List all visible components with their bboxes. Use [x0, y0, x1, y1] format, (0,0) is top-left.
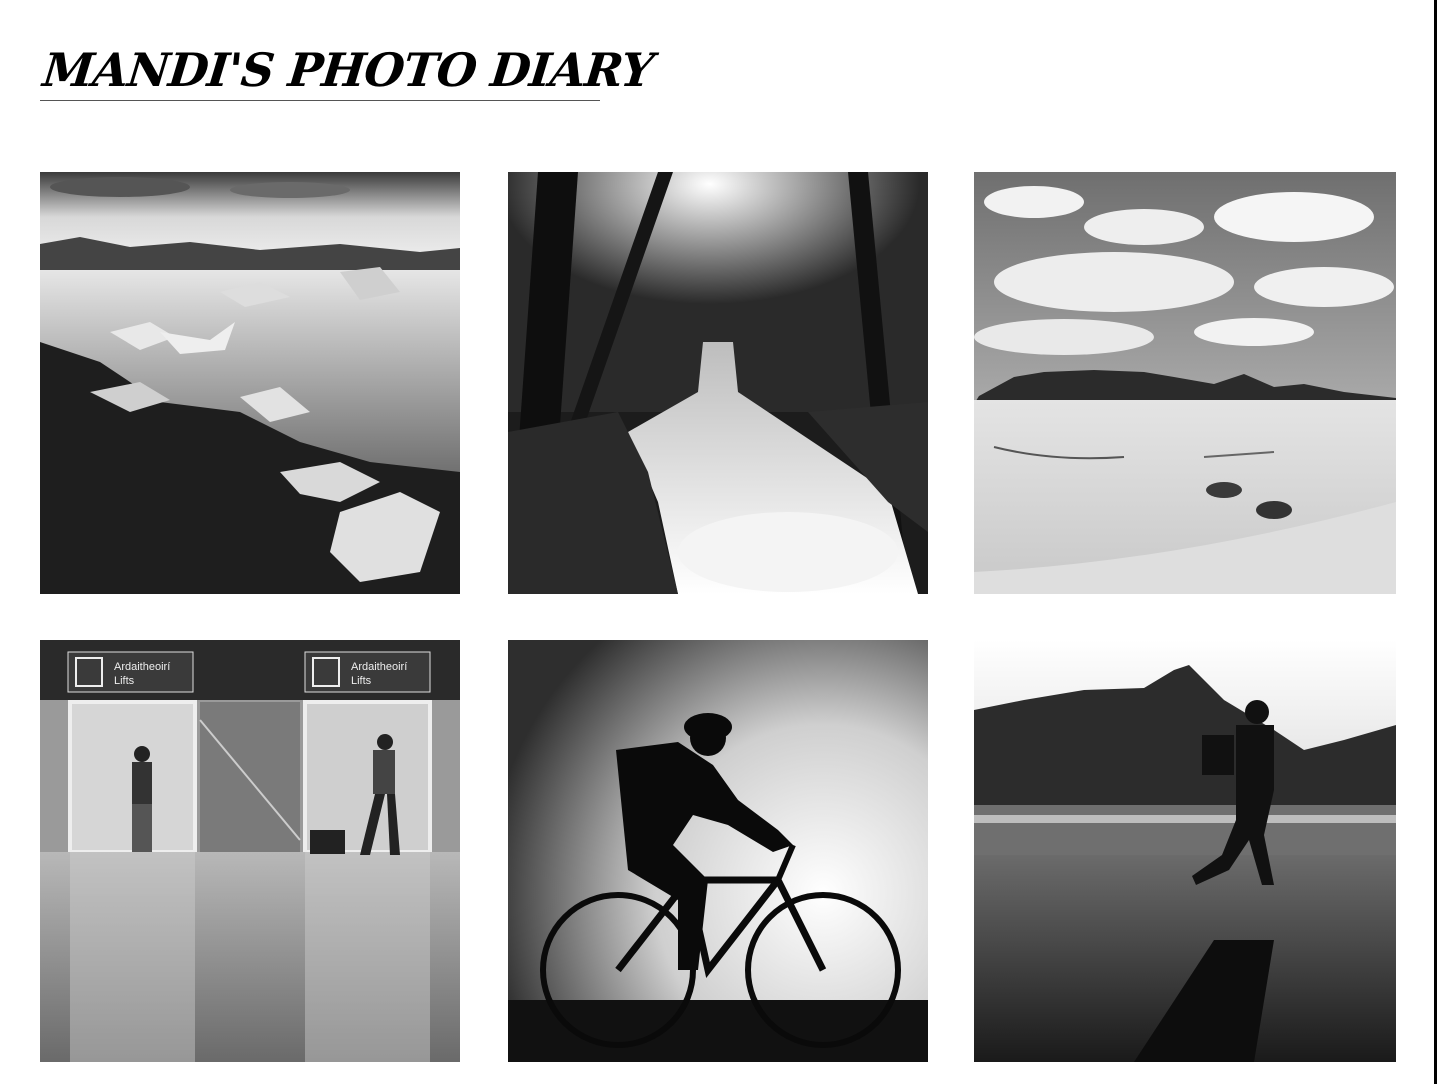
- desert-dunes-image: [974, 172, 1396, 594]
- photo-cyclist-silhouette[interactable]: [508, 640, 928, 1062]
- lift-sign-2-line1: Ardaitheoirí: [351, 661, 407, 673]
- lift-sign-1-line1: Ardaitheoirí: [114, 661, 170, 673]
- lift-sign-2-line2: Lifts: [351, 675, 372, 687]
- photo-glacier-lagoon[interactable]: [40, 172, 460, 594]
- airport-lifts-image: Ardaitheoirí Lifts Ardaitheoirí Lifts: [40, 640, 460, 1062]
- photo-walker-waterfront[interactable]: [974, 640, 1396, 1062]
- cyclist-silhouette-image: [508, 640, 928, 1062]
- photo-airport-lifts[interactable]: Ardaitheoirí Lifts Ardaitheoirí Lifts: [40, 640, 460, 1062]
- lift-sign-1-line2: Lifts: [114, 675, 135, 687]
- site-title[interactable]: MANDI'S PHOTO DIARY: [40, 40, 656, 100]
- walker-waterfront-image: [974, 640, 1396, 1062]
- photo-desert-dunes[interactable]: [974, 172, 1396, 594]
- glacier-lagoon-image: [40, 172, 460, 594]
- page-right-border: [1434, 0, 1437, 1084]
- title-underline: [40, 100, 600, 101]
- photo-forest-waterfall[interactable]: [508, 172, 928, 594]
- forest-waterfall-image: [508, 172, 928, 594]
